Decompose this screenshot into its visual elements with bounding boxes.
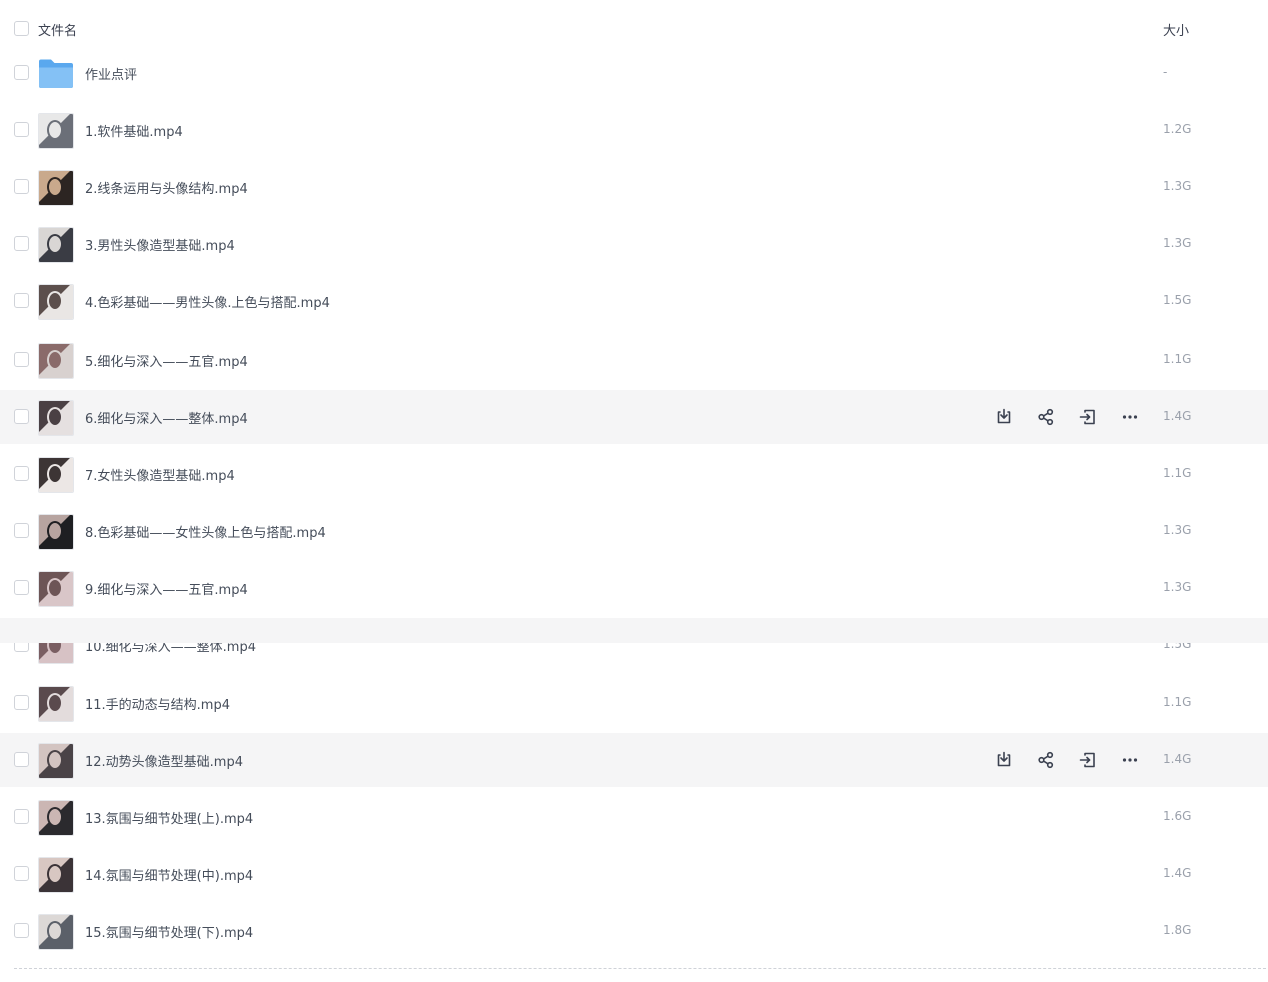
row-checkbox[interactable] [14,580,29,595]
hover-highlight-fragment [0,618,1268,643]
file-name[interactable]: 15.氛围与细节处理(下).mp4 [85,922,253,941]
file-size: 1.1G [1163,466,1192,480]
video-thumbnail[interactable] [38,457,74,493]
file-size: 1.4G [1163,409,1192,423]
row-checkbox[interactable] [14,122,29,137]
file-name[interactable]: 6.细化与深入——整体.mp4 [85,408,248,427]
column-header-size[interactable]: 大小 [1163,20,1189,39]
file-size: 1.4G [1163,752,1192,766]
share-icon[interactable] [1034,748,1058,772]
file-name[interactable]: 13.氛围与细节处理(上).mp4 [85,808,253,827]
video-thumbnail[interactable] [38,227,74,263]
folder-row[interactable]: 作业点评 - [0,46,1268,100]
video-thumbnail[interactable] [38,686,74,722]
row-checkbox[interactable] [14,752,29,767]
more-icon[interactable] [1118,748,1142,772]
file-row[interactable]: 4.色彩基础——男性头像.上色与搭配.mp4 1.5G [0,274,1268,328]
file-row[interactable]: 3.男性头像造型基础.mp4 1.3G [0,217,1268,271]
file-row[interactable]: 13.氛围与细节处理(上).mp4 1.6G [0,790,1268,844]
file-name[interactable]: 4.色彩基础——男性头像.上色与搭配.mp4 [85,292,330,311]
file-size: 1.3G [1163,236,1192,250]
row-checkbox[interactable] [14,236,29,251]
folder-icon [38,58,74,90]
video-thumbnail[interactable] [38,800,74,836]
select-all-checkbox[interactable] [14,21,29,36]
file-name[interactable]: 7.女性头像造型基础.mp4 [85,465,235,484]
download-icon[interactable] [992,405,1016,429]
row-checkbox[interactable] [14,809,29,824]
file-row[interactable]: 7.女性头像造型基础.mp4 1.1G [0,447,1268,501]
file-name[interactable]: 11.手的动态与结构.mp4 [85,694,230,713]
more-icon[interactable] [1118,405,1142,429]
file-name[interactable]: 12.动势头像造型基础.mp4 [85,751,243,770]
file-size: 1.2G [1163,122,1192,136]
file-size: 1.5G [1163,293,1192,307]
row-checkbox[interactable] [14,866,29,881]
file-size: - [1163,65,1168,79]
file-size: 1.3G [1163,580,1192,594]
file-row[interactable]: 11.手的动态与结构.mp4 1.1G [0,676,1268,730]
row-checkbox[interactable] [14,523,29,538]
row-checkbox[interactable] [14,352,29,367]
file-row[interactable]: 5.细化与深入——五官.mp4 1.1G [0,333,1268,387]
move-icon[interactable] [1076,405,1100,429]
file-row[interactable]: 2.线条运用与头像结构.mp4 1.3G [0,160,1268,214]
video-thumbnail[interactable] [38,170,74,206]
video-thumbnail[interactable] [38,743,74,779]
video-thumbnail[interactable] [38,857,74,893]
file-name[interactable]: 2.线条运用与头像结构.mp4 [85,178,248,197]
move-icon[interactable] [1076,748,1100,772]
row-checkbox[interactable] [14,179,29,194]
video-thumbnail[interactable] [38,914,74,950]
row-checkbox[interactable] [14,695,29,710]
file-row[interactable]: 1.软件基础.mp4 1.2G [0,103,1268,157]
file-row[interactable]: 6.细化与深入——整体.mp4 1.4G [0,390,1268,444]
file-row[interactable]: 15.氛围与细节处理(下).mp4 1.8G [0,904,1268,958]
file-row[interactable]: 14.氛围与细节处理(中).mp4 1.4G [0,847,1268,901]
video-thumbnail[interactable] [38,113,74,149]
file-size: 1.3G [1163,179,1192,193]
row-checkbox[interactable] [14,65,29,80]
video-thumbnail[interactable] [38,514,74,550]
file-size: 1.6G [1163,809,1192,823]
file-name[interactable]: 9.细化与深入——五官.mp4 [85,579,248,598]
file-size: 1.4G [1163,866,1192,880]
file-row[interactable]: 8.色彩基础——女性头像上色与搭配.mp4 1.3G [0,504,1268,558]
file-size: 1.1G [1163,695,1192,709]
video-thumbnail[interactable] [38,571,74,607]
file-size: 1.1G [1163,352,1192,366]
file-size: 1.3G [1163,523,1192,537]
file-size: 1.8G [1163,923,1192,937]
folder-name[interactable]: 作业点评 [85,64,137,83]
file-name[interactable]: 14.氛围与细节处理(中).mp4 [85,865,253,884]
file-row[interactable]: 12.动势头像造型基础.mp4 1.4G [0,733,1268,787]
list-end-divider [14,968,1266,969]
file-name[interactable]: 1.软件基础.mp4 [85,121,183,140]
file-row[interactable]: 9.细化与深入——五官.mp4 1.3G [0,561,1268,615]
row-checkbox[interactable] [14,293,29,308]
row-checkbox[interactable] [14,923,29,938]
row-checkbox[interactable] [14,466,29,481]
download-icon[interactable] [992,748,1016,772]
video-thumbnail[interactable] [38,343,74,379]
share-icon[interactable] [1034,405,1058,429]
file-name[interactable]: 3.男性头像造型基础.mp4 [85,235,235,254]
file-name[interactable]: 5.细化与深入——五官.mp4 [85,351,248,370]
file-name[interactable]: 8.色彩基础——女性头像上色与搭配.mp4 [85,522,326,541]
video-thumbnail[interactable] [38,400,74,436]
video-thumbnail[interactable] [38,284,74,320]
row-checkbox[interactable] [14,409,29,424]
column-header-name[interactable]: 文件名 [38,20,77,39]
